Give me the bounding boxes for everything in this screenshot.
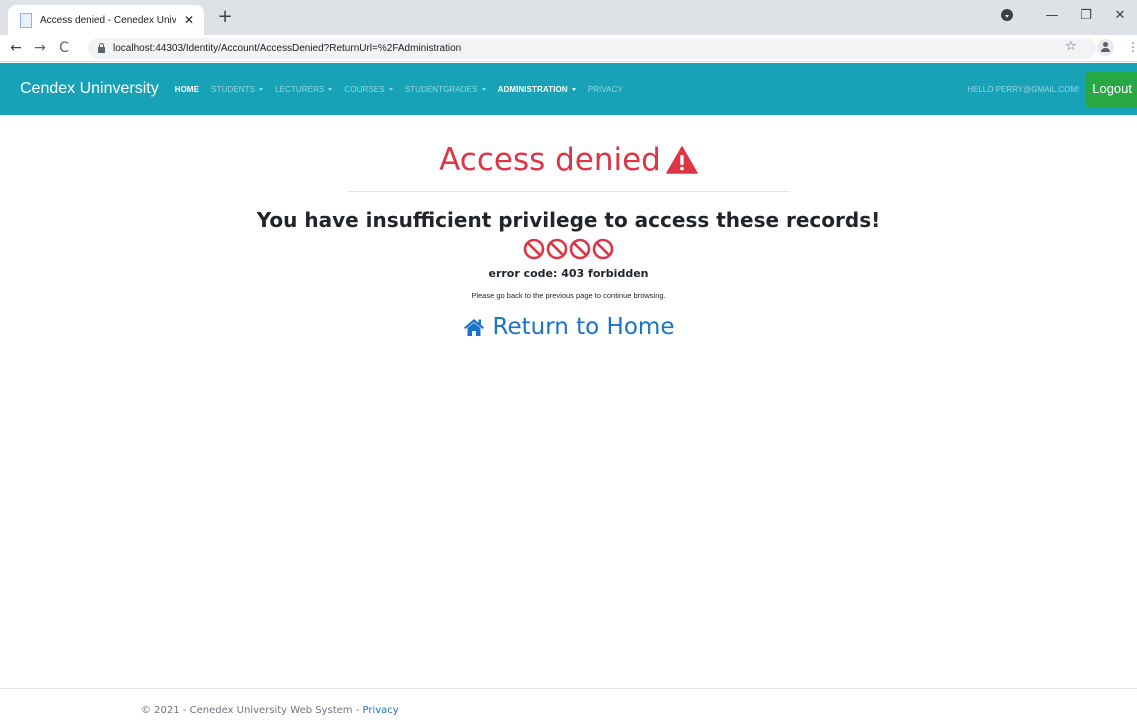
nav-courses-dropdown[interactable]: COURSES [344,84,393,94]
nav-privacy-label: PRIVACY [587,84,623,94]
page-footer: © 2021 - Cenedex University Web System -… [0,688,1137,725]
close-window-button[interactable]: ✕ [1103,8,1137,23]
page-heading: Access denied [0,138,1137,182]
forward-button[interactable]: → [28,40,52,56]
no-entry-icon [546,238,568,260]
caret-down-icon [328,87,333,91]
no-entry-icon [569,238,591,260]
back-note: Please go back to the previous page to c… [471,291,666,300]
logout-button[interactable]: Logout [1085,71,1137,107]
caret-down-icon [388,87,393,91]
nav-administration-dropdown[interactable]: ADMINISTRATION [498,85,576,94]
minimize-button[interactable]: — [1035,8,1069,23]
nav-studentgrades-dropdown[interactable]: STUDENTGRADES [405,85,486,94]
page-favicon-icon [18,13,32,28]
no-entry-icon [523,238,545,260]
nav-lecturers-dropdown[interactable]: LECTURERS [275,84,333,94]
bookmark-star-icon[interactable]: ☆ [1065,39,1077,54]
error-code: error code: 403 forbidden [488,267,649,280]
browser-menu-icon[interactable]: ⋮ [1127,40,1137,54]
tab-close-icon[interactable]: ✕ [182,13,196,27]
window-controls: — ❐ ✕ [1001,0,1137,30]
nav-privacy[interactable]: PRIVACY [588,85,623,94]
warning-triangle-icon [666,146,698,174]
nav-administration-label: ADMINISTRATION [497,84,568,94]
browser-profile-icon[interactable] [1001,9,1013,21]
lock-icon[interactable] [98,43,105,53]
nav-courses-label: COURSES [344,84,385,94]
page-title: Access denied [439,142,661,178]
brand-link[interactable]: Cendex Uninversity [20,80,159,98]
back-button[interactable]: ← [4,40,28,56]
return-home-link[interactable]: Return to Home [0,314,1137,340]
caret-down-icon [571,87,576,91]
browser-tab[interactable]: Access denied - Cenedex Univers ✕ [8,5,204,35]
caret-down-icon [259,87,264,91]
privilege-message: You have insufficient privilege to acces… [256,208,881,232]
caret-down-icon [481,87,486,91]
footer-copyright: © 2021 - Cenedex University Web System - [141,705,363,716]
footer-privacy-link[interactable]: Privacy [363,705,399,716]
new-tab-button[interactable]: + [214,6,236,28]
forbidden-icons [0,238,1137,264]
return-home-label[interactable]: Return to Home [493,314,675,340]
navbar-right: HELLO PERRY@GMAIL.COM! Logout [967,63,1137,115]
app-navbar: Cendex Uninversity HOME STUDENTS LECTURE… [0,63,1137,115]
user-greeting[interactable]: HELLO PERRY@GMAIL.COM! [967,85,1079,94]
tab-title: Access denied - Cenedex Univers [40,14,176,26]
nav-home-label: HOME [174,84,200,94]
reload-button[interactable]: C [52,40,76,56]
no-entry-icon [592,238,614,260]
nav-home[interactable]: HOME [175,85,199,94]
browser-toolbar: ← → C localhost:44303/Identity/Account/A… [0,35,1137,62]
url-text[interactable]: localhost:44303/Identity/Account/AccessD… [113,43,461,54]
footer-text: © 2021 - Cenedex University Web System -… [141,705,399,716]
main-content: Access denied You have insufficient priv… [0,115,1137,340]
home-icon [463,319,484,336]
account-icon[interactable] [1097,39,1114,56]
nav-studentgrades-label: STUDENTGRADES [404,84,478,94]
nav-students-label: STUDENTS [211,84,256,94]
address-bar[interactable]: localhost:44303/Identity/Account/AccessD… [88,38,1096,59]
restore-button[interactable]: ❐ [1069,8,1103,23]
heading-divider [347,191,790,192]
nav-students-dropdown[interactable]: STUDENTS [211,84,264,94]
nav-lecturers-label: LECTURERS [275,84,325,94]
browser-tab-strip: Access denied - Cenedex Univers ✕ + — ❐ … [0,0,1137,35]
